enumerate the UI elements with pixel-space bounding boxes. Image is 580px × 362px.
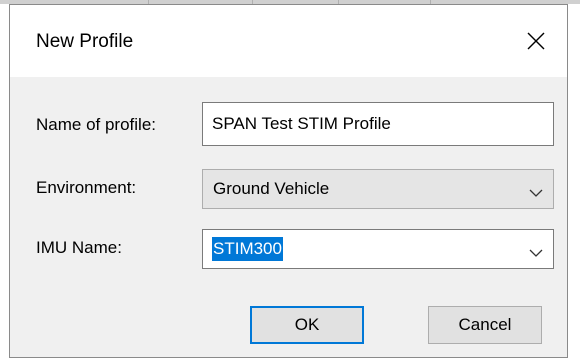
imu-name-value[interactable]: STIM300 bbox=[212, 237, 283, 261]
close-icon bbox=[527, 32, 545, 50]
dialog-titlebar[interactable]: New Profile bbox=[10, 5, 567, 77]
profile-name-input[interactable]: SPAN Test STIM Profile bbox=[202, 102, 554, 146]
imu-name-label: IMU Name: bbox=[36, 238, 122, 257]
dialog-title: New Profile bbox=[36, 31, 134, 52]
profile-name-label: Name of profile: bbox=[36, 115, 156, 134]
close-button[interactable] bbox=[505, 5, 567, 77]
new-profile-dialog: New Profile Name of profile: SPAN Test S… bbox=[9, 4, 568, 358]
environment-select[interactable]: Ground Vehicle bbox=[202, 169, 554, 209]
cancel-button[interactable]: Cancel bbox=[428, 306, 542, 344]
chevron-down-icon bbox=[529, 183, 543, 203]
ok-button[interactable]: OK bbox=[250, 306, 364, 344]
environment-value: Ground Vehicle bbox=[213, 179, 330, 198]
chevron-down-icon[interactable] bbox=[529, 243, 543, 263]
environment-label: Environment: bbox=[36, 178, 137, 197]
imu-name-combobox[interactable]: STIM300 bbox=[202, 229, 554, 269]
